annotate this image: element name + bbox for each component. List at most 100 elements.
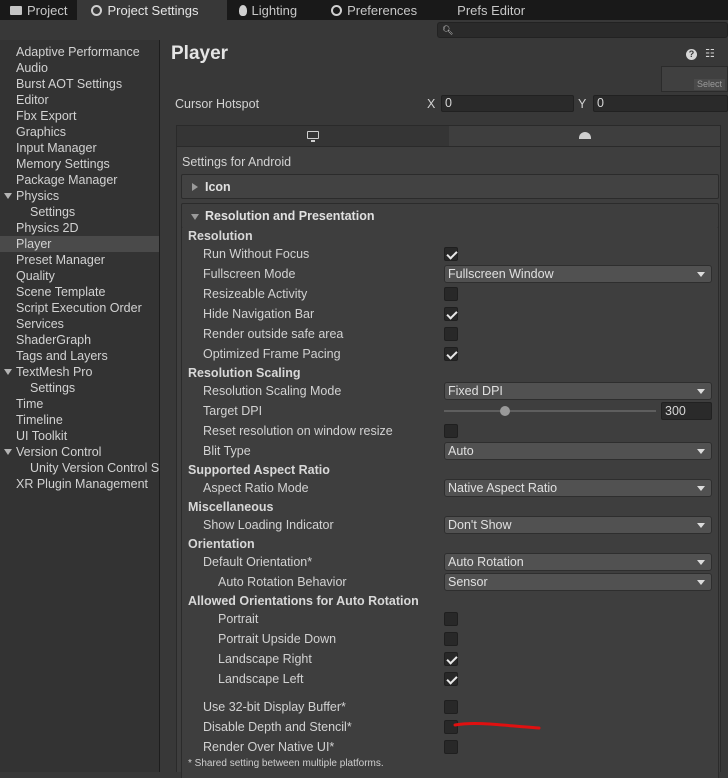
- android-icon: [578, 132, 591, 139]
- player-settings-panel: Player ? ☷ Select Cursor Hotspot X 0 Y 0…: [161, 40, 728, 778]
- sidebar-item-editor[interactable]: Editor: [0, 92, 159, 108]
- sidebar-item-package-manager[interactable]: Package Manager: [0, 172, 159, 188]
- blit-type-dropdown[interactable]: Auto: [444, 442, 712, 460]
- render-outside-safe-checkbox[interactable]: [444, 327, 458, 341]
- expand-arrow-icon[interactable]: [4, 193, 12, 199]
- sidebar-item-textmesh-pro[interactable]: TextMesh Pro: [0, 364, 159, 380]
- tab-project[interactable]: Project: [0, 0, 77, 20]
- loading-indicator-row: Show Loading Indicator Don't Show: [161, 515, 728, 535]
- render-over-native-row: Render Over Native UI*: [161, 737, 728, 757]
- field-label: Portrait Upside Down: [218, 632, 337, 646]
- sidebar-item-services[interactable]: Services: [0, 316, 159, 332]
- display-buffer-32-checkbox[interactable]: [444, 700, 458, 714]
- tab-preferences[interactable]: Preferences: [321, 0, 447, 20]
- expand-arrow-icon[interactable]: [4, 369, 12, 375]
- target-dpi-slider[interactable]: [444, 406, 656, 416]
- page-title: Player: [171, 43, 229, 64]
- icon-foldout[interactable]: Icon: [181, 174, 719, 199]
- tab-project-settings[interactable]: Project Settings: [77, 0, 227, 20]
- sidebar-item-tags-and-layers[interactable]: Tags and Layers: [0, 348, 159, 364]
- hotspot-y-field[interactable]: 0: [593, 95, 728, 112]
- sidebar-item-ui-toolkit[interactable]: UI Toolkit: [0, 428, 159, 444]
- sidebar-item-version-control[interactable]: Version Control: [0, 444, 159, 460]
- tab-standalone[interactable]: [177, 126, 449, 146]
- sidebar-item-physics[interactable]: Physics: [0, 188, 159, 204]
- sidebar-item-textmesh-settings[interactable]: Settings: [0, 380, 159, 396]
- loading-indicator-dropdown[interactable]: Don't Show: [444, 516, 712, 534]
- aspect-mode-dropdown[interactable]: Native Aspect Ratio: [444, 479, 712, 497]
- sidebar-item-burst-aot[interactable]: Burst AOT Settings: [0, 76, 159, 92]
- settings-sliders-icon[interactable]: ☷: [705, 49, 716, 60]
- sidebar-item-input-manager[interactable]: Input Manager: [0, 140, 159, 156]
- tab-label: Project Settings: [107, 2, 199, 18]
- portrait-upside-down-row: Portrait Upside Down: [161, 629, 728, 649]
- sidebar-item-unity-version-control[interactable]: Unity Version Control Settings: [0, 460, 159, 476]
- sidebar-item-audio[interactable]: Audio: [0, 60, 159, 76]
- tab-android[interactable]: [448, 126, 720, 146]
- hotspot-y-label: Y: [578, 97, 587, 111]
- field-label: Landscape Left: [218, 672, 304, 686]
- help-icon[interactable]: ?: [686, 49, 697, 60]
- dropdown-arrow-icon: [697, 272, 705, 277]
- sidebar-item-scene-template[interactable]: Scene Template: [0, 284, 159, 300]
- sidebar-item-xr-plugin-management[interactable]: XR Plugin Management: [0, 476, 159, 492]
- field-label: Landscape Right: [218, 652, 312, 666]
- dropdown-arrow-icon: [697, 560, 705, 565]
- sidebar-item-label: Physics: [16, 189, 60, 203]
- target-dpi-field[interactable]: 300: [661, 402, 712, 420]
- tab-prefs-editor[interactable]: Prefs Editor: [447, 0, 535, 20]
- sidebar-item-preset-manager[interactable]: Preset Manager: [0, 252, 159, 268]
- aspect-mode-row: Aspect Ratio Mode Native Aspect Ratio: [161, 478, 728, 498]
- hide-nav-bar-checkbox[interactable]: [444, 307, 458, 321]
- sidebar-item-player[interactable]: Player: [0, 236, 159, 252]
- optimized-frame-pacing-checkbox[interactable]: [444, 347, 458, 361]
- select-button[interactable]: Select: [693, 79, 725, 90]
- reset-on-resize-checkbox[interactable]: [444, 424, 458, 438]
- landscape-left-checkbox[interactable]: [444, 672, 458, 686]
- scaling-mode-dropdown[interactable]: Fixed DPI: [444, 382, 712, 400]
- sidebar-item-physics-2d[interactable]: Physics 2D: [0, 220, 159, 236]
- fullscreen-mode-dropdown[interactable]: Fullscreen Window: [444, 265, 712, 283]
- dropdown-arrow-icon: [697, 389, 705, 394]
- reset-on-resize-row: Reset resolution on window resize: [161, 421, 728, 441]
- hotspot-x-field[interactable]: 0: [441, 95, 574, 112]
- slider-thumb[interactable]: [500, 406, 511, 416]
- dropdown-arrow-icon: [697, 486, 705, 491]
- landscape-left-row: Landscape Left: [161, 669, 728, 689]
- render-over-native-checkbox[interactable]: [444, 740, 458, 754]
- sidebar-item-physics-settings[interactable]: Settings: [0, 204, 159, 220]
- field-label: Resolution Scaling Mode: [203, 384, 342, 398]
- landscape-right-checkbox[interactable]: [444, 652, 458, 666]
- render-outside-safe-row: Render outside safe area: [161, 324, 728, 344]
- sidebar-item-time[interactable]: Time: [0, 396, 159, 412]
- sidebar-item-graphics[interactable]: Graphics: [0, 124, 159, 140]
- resolution-foldout[interactable]: Resolution and Presentation: [181, 203, 719, 228]
- sidebar-item-label: Version Control: [16, 445, 102, 459]
- expanded-arrow-icon: [191, 214, 199, 220]
- tab-lighting[interactable]: Lighting: [227, 0, 322, 20]
- portrait-checkbox[interactable]: [444, 612, 458, 626]
- sidebar-item-quality[interactable]: Quality: [0, 268, 159, 284]
- sidebar-item-script-execution-order[interactable]: Script Execution Order: [0, 300, 159, 316]
- section-miscellaneous: Miscellaneous: [188, 500, 274, 514]
- default-orientation-row: Default Orientation* Auto Rotation: [161, 552, 728, 572]
- sidebar-item-fbx-export[interactable]: Fbx Export: [0, 108, 159, 124]
- dropdown-value: Sensor: [448, 575, 488, 589]
- sidebar-item-shadergraph[interactable]: ShaderGraph: [0, 332, 159, 348]
- expand-arrow-icon[interactable]: [4, 449, 12, 455]
- portrait-upside-down-checkbox[interactable]: [444, 632, 458, 646]
- search-input[interactable]: 🔍︎: [437, 22, 728, 38]
- run-without-focus-checkbox[interactable]: [444, 247, 458, 261]
- sidebar-item-memory-settings[interactable]: Memory Settings: [0, 156, 159, 172]
- gear-icon: [91, 4, 103, 16]
- sidebar-item-adaptive-performance[interactable]: Adaptive Performance: [0, 44, 159, 60]
- cursor-texture-slot[interactable]: Select: [661, 66, 728, 92]
- scaling-mode-row: Resolution Scaling Mode Fixed DPI: [161, 381, 728, 401]
- window-tab-bar: Project Project Settings Lighting Prefer…: [0, 0, 728, 20]
- sidebar-item-timeline[interactable]: Timeline: [0, 412, 159, 428]
- default-orientation-dropdown[interactable]: Auto Rotation: [444, 553, 712, 571]
- auto-rotation-behavior-dropdown[interactable]: Sensor: [444, 573, 712, 591]
- field-label: Optimized Frame Pacing: [203, 347, 341, 361]
- resizeable-activity-checkbox[interactable]: [444, 287, 458, 301]
- field-label: Default Orientation*: [203, 555, 313, 569]
